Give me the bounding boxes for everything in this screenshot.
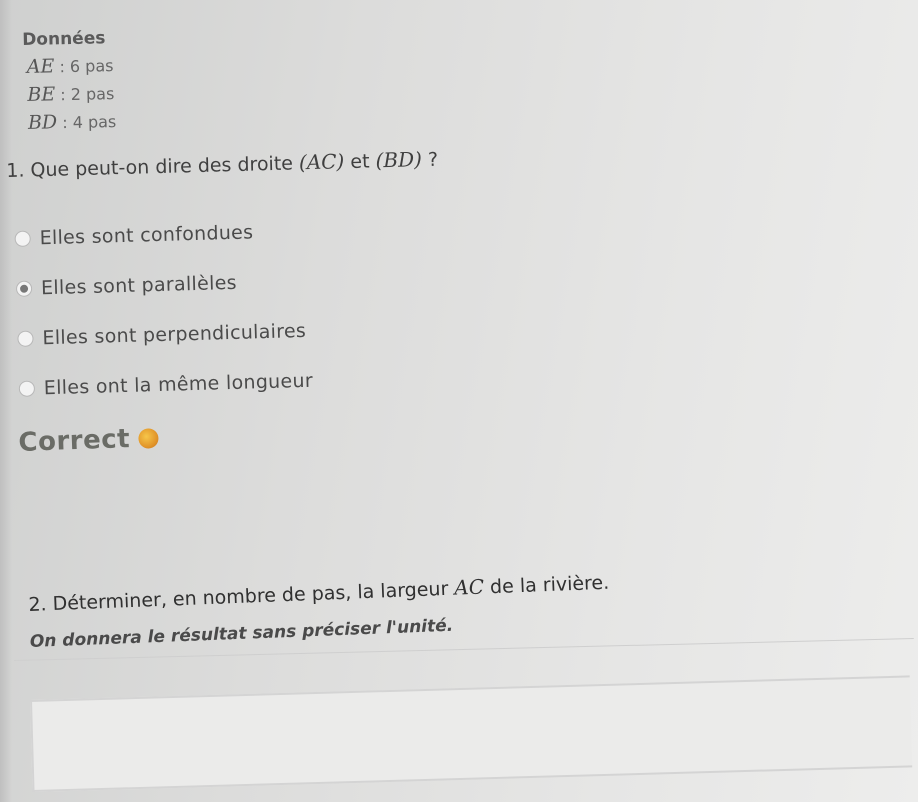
exercise-page: Données AE : 6 pas BE : 2 pas BD : 4 pas… bbox=[0, 0, 918, 802]
feedback: Correct bbox=[18, 423, 159, 458]
donnees-value-bd: : 4 pas bbox=[56, 112, 117, 133]
donnees-line-be: BE : 2 pas bbox=[27, 82, 116, 106]
segment-ae: AE bbox=[26, 55, 55, 78]
question-1-prefix: 1. Que peut-on dire des droite bbox=[6, 152, 300, 182]
option-label: Elles ont la même longueur bbox=[43, 369, 314, 400]
radio-button[interactable] bbox=[17, 330, 34, 347]
option-confondues[interactable]: Elles sont confondues bbox=[14, 206, 309, 264]
option-label: Elles sont perpendiculaires bbox=[42, 319, 307, 350]
question-2-hint: On donnera le résultat sans préciser l'u… bbox=[29, 615, 454, 652]
radio-button[interactable] bbox=[18, 380, 36, 397]
donnees-title: Données bbox=[22, 28, 106, 50]
question-2-text: 2. Déterminer, en nombre de pas, la larg… bbox=[28, 570, 610, 616]
option-meme-longueur[interactable]: Elles ont la même longueur bbox=[18, 356, 313, 414]
question-2: 2. Déterminer, en nombre de pas, la larg… bbox=[28, 570, 611, 652]
donnees-value-ae: : 6 pas bbox=[54, 56, 114, 77]
option-label: Elles sont parallèles bbox=[40, 271, 238, 300]
donnees-value-be: : 2 pas bbox=[55, 84, 115, 105]
donnees-line-bd: BD : 4 pas bbox=[28, 110, 117, 134]
page-edge-shadow bbox=[0, 0, 12, 802]
question-1-middle: et bbox=[344, 150, 376, 174]
segment-be: BE bbox=[27, 83, 56, 106]
feedback-correct-text: Correct bbox=[18, 424, 131, 458]
segment-bd: BD bbox=[27, 111, 58, 134]
line-bd: (BD) bbox=[375, 147, 423, 173]
option-paralleles[interactable]: Elles sont parallèles bbox=[15, 256, 310, 314]
donnees-block: Données AE : 6 pas BE : 2 pas BD : 4 pas bbox=[22, 28, 117, 140]
radio-button[interactable] bbox=[14, 230, 31, 247]
question-1-options: Elles sont confondues Elles sont parallè… bbox=[14, 206, 314, 414]
option-label: Elles sont confondues bbox=[39, 221, 254, 250]
question-2-prefix: 2. Déterminer, en nombre de pas, la larg… bbox=[28, 577, 455, 616]
donnees-line-ae: AE : 6 pas bbox=[27, 54, 116, 78]
radio-button-selected[interactable] bbox=[15, 280, 33, 297]
answer-input[interactable] bbox=[30, 675, 913, 792]
line-ac: (AC) bbox=[298, 149, 345, 175]
question-1-suffix: ? bbox=[421, 148, 439, 172]
question-1: 1. Que peut-on dire des droite (AC) et (… bbox=[6, 147, 438, 182]
question-2-suffix: de la rivière. bbox=[483, 571, 610, 599]
segment-ac: AC bbox=[453, 574, 485, 600]
coin-icon bbox=[137, 428, 159, 449]
option-perpendiculaires[interactable]: Elles sont perpendiculaires bbox=[17, 306, 312, 364]
